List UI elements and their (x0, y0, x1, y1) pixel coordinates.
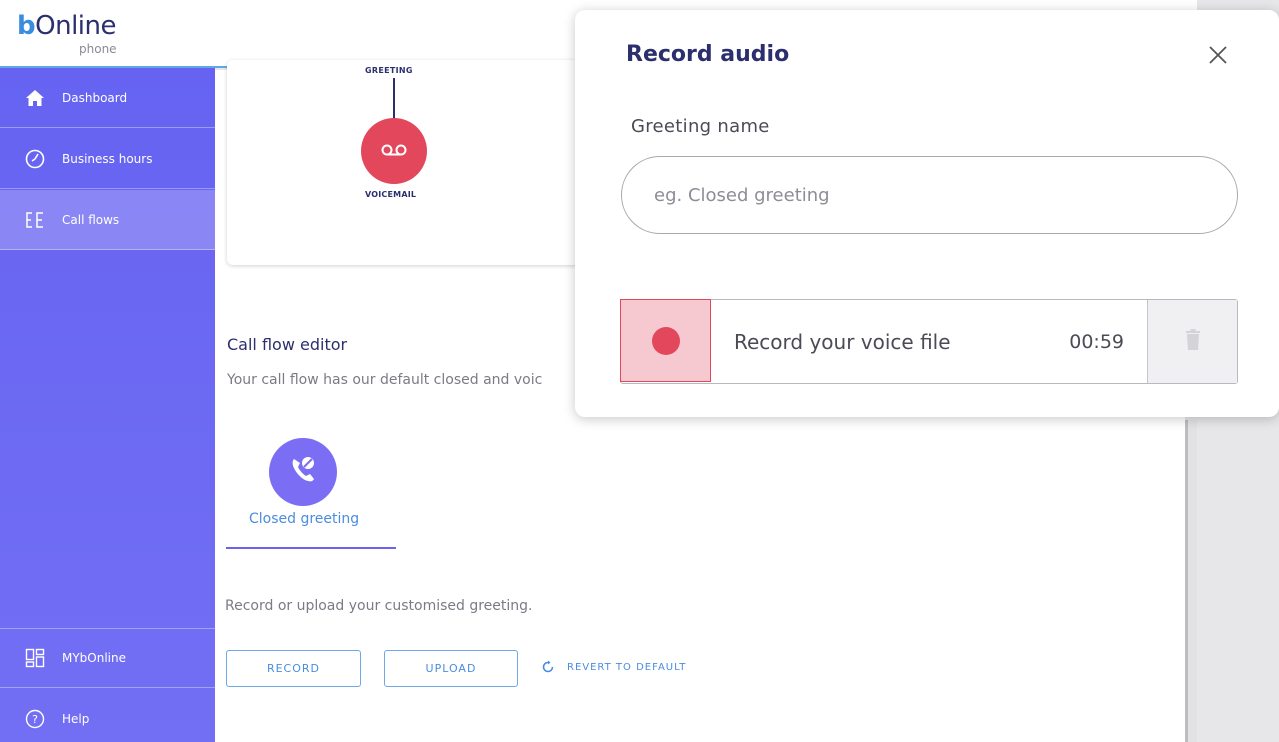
voicemail-icon (381, 142, 407, 161)
record-prompt: Record your voice file (734, 329, 951, 354)
record-timer: 00:59 (1069, 330, 1124, 353)
tab-active-indicator (226, 547, 396, 549)
closed-greeting-node[interactable] (269, 438, 337, 506)
flow-connector (393, 78, 395, 120)
sidebar-item-business-hours[interactable]: Business hours (0, 129, 215, 189)
phone-closed-icon (286, 453, 320, 491)
voicemail-node-label: VOICEMAIL (365, 190, 417, 199)
upload-button[interactable]: UPLOAD (384, 650, 518, 687)
sidebar: Dashboard Business hours Call flows MYbO… (0, 68, 215, 742)
sidebar-item-label: Call flows (62, 212, 120, 227)
sidebar-item-call-flows[interactable]: Call flows (0, 190, 215, 250)
record-audio-modal: Record audio Greeting name Record your v… (575, 10, 1279, 417)
record-dot-icon (651, 326, 680, 355)
sidebar-item-help[interactable]: ? Help (0, 689, 215, 742)
dashboard-grid-icon (24, 647, 46, 669)
editor-description: Your call flow has our default closed an… (227, 372, 543, 388)
logo-brand: bOnline (17, 11, 117, 41)
sidebar-item-label: Help (62, 712, 90, 726)
sidebar-item-mybonline[interactable]: MYbOnline (0, 628, 215, 688)
recorder-status: Record your voice file 00:59 (711, 300, 1147, 383)
call-flows-icon (24, 209, 46, 231)
record-button[interactable]: RECORD (226, 650, 361, 687)
svg-text:?: ? (32, 713, 38, 726)
delete-recording-button[interactable] (1147, 300, 1237, 383)
close-icon[interactable] (1205, 42, 1231, 68)
logo-sub: phone (79, 42, 117, 56)
upload-description: Record or upload your customised greetin… (225, 598, 533, 614)
recorder-bar: Record your voice file 00:59 (620, 299, 1238, 384)
sidebar-item-label: MYbOnline (62, 651, 127, 665)
voicemail-node[interactable] (361, 118, 427, 184)
revert-icon (541, 660, 555, 674)
greeting-name-label: Greeting name (631, 116, 770, 137)
sidebar-item-label: Business hours (62, 151, 153, 166)
greeting-name-input[interactable] (621, 156, 1238, 234)
bonline-logo[interactable]: bOnline phone (17, 11, 117, 56)
greeting-node-label: GREETING (365, 66, 413, 75)
revert-to-default-button[interactable]: REVERT TO DEFAULT (541, 660, 686, 674)
scrollbar[interactable] (1185, 420, 1197, 742)
clock-icon (24, 148, 46, 170)
home-icon (24, 87, 46, 109)
sidebar-item-dashboard[interactable]: Dashboard (0, 68, 215, 128)
trash-icon (1185, 328, 1201, 355)
record-toggle-button[interactable] (620, 299, 711, 382)
tab-closed-greeting[interactable]: Closed greeting (249, 511, 359, 527)
help-icon: ? (24, 708, 46, 730)
sidebar-item-label: Dashboard (62, 90, 128, 105)
editor-title: Call flow editor (227, 335, 348, 354)
modal-title: Record audio (626, 42, 790, 67)
revert-label: REVERT TO DEFAULT (567, 661, 687, 673)
